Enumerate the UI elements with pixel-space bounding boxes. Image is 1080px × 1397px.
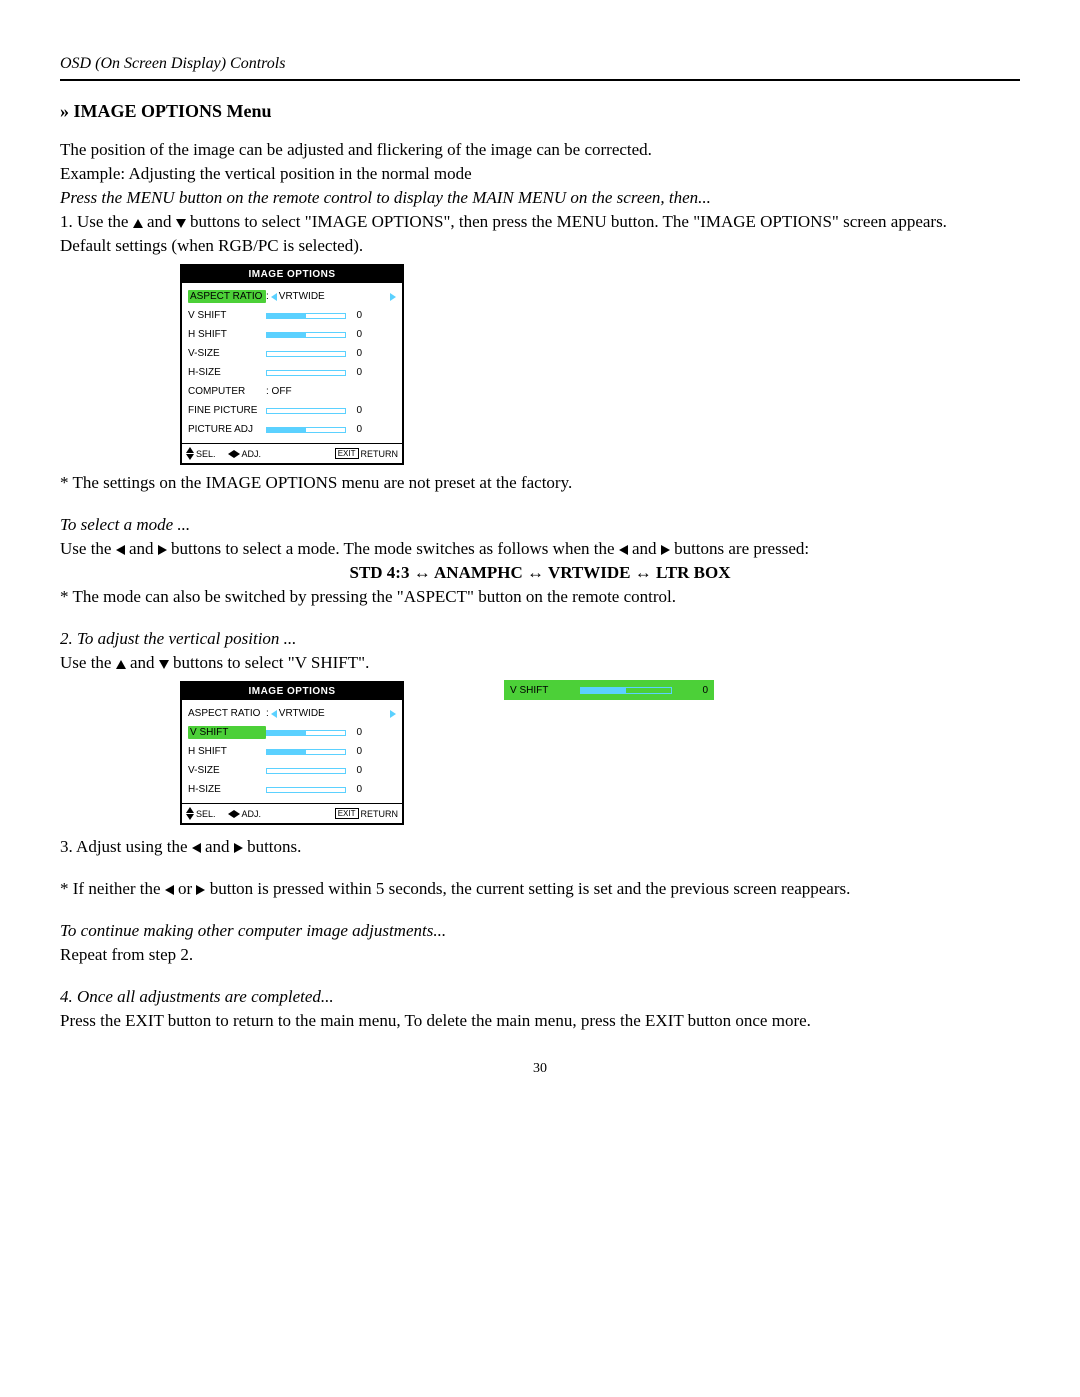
osd-row: H SHIFT0 [188,325,396,344]
exit-icon: EXIT [335,448,359,459]
slider [580,687,672,694]
osd-row: V-SIZE0 [188,761,396,780]
slider [266,749,346,755]
osd-title: IMAGE OPTIONS [182,266,402,283]
adjust-value: 0 [678,685,708,696]
right-icon [234,843,243,853]
subheading: To select a mode ... [60,515,1020,535]
subheading: To continue making other computer image … [60,921,1020,941]
subheading: 4. Once all adjustments are completed... [60,987,1020,1007]
running-header: OSD (On Screen Display) Controls [60,55,1020,73]
right-icon [390,710,396,718]
section-title: » IMAGE OPTIONS Menu [60,101,1020,122]
slider [266,313,346,319]
body-text: * If neither the or button is pressed wi… [60,879,1020,899]
osd-row: ASPECT RATIO :VRTWIDE [188,287,396,306]
osd-footer: SEL. ADJ. EXITRETURN [182,443,402,463]
osd-row: PICTURE ADJ0 [188,420,396,439]
osd-row: COMPUTER: OFF [188,382,396,401]
body-text: Press the EXIT button to return to the m… [60,1011,1020,1031]
body-text: * The mode can also be switched by press… [60,587,1020,607]
body-text: The position of the image can be adjuste… [60,140,1020,160]
slider [266,370,346,376]
slider [266,351,346,357]
body-text: Default settings (when RGB/PC is selecte… [60,236,1020,256]
body-text: Use the and buttons to select "V SHIFT". [60,653,1020,673]
osd-row: V SHIFT0 [188,306,396,325]
subheading: 2. To adjust the vertical position ... [60,629,1020,649]
slider [266,730,346,736]
body-text: Repeat from step 2. [60,945,1020,965]
adjust-label: V SHIFT [510,685,580,696]
right-icon [158,545,167,555]
down-icon [176,219,186,228]
slider [266,332,346,338]
osd-row: H-SIZE0 [188,780,396,799]
down-icon [159,660,169,669]
left-icon [271,710,277,718]
up-icon [116,660,126,669]
header-rule [60,79,1020,81]
right-icon [661,545,670,555]
osd-footer: SEL. ADJ. EXITRETURN [182,803,402,823]
slider [266,787,346,793]
body-text: Use the and buttons to select a mode. Th… [60,539,1020,559]
osd-title: IMAGE OPTIONS [182,683,402,700]
right-icon [390,293,396,301]
adjust-box: V SHIFT 0 [504,680,714,700]
body-text: Press the MENU button on the remote cont… [60,188,1020,208]
body-text: 1. Use the and buttons to select "IMAGE … [60,212,1020,232]
body-text: Example: Adjusting the vertical position… [60,164,1020,184]
osd-panel: IMAGE OPTIONS ASPECT RATIO :VRTWIDE V SH… [180,681,404,825]
osd-row: H-SIZE0 [188,363,396,382]
mode-sequence: STD 4:3 ↔ ANAMPHC ↔ VRTWIDE ↔ LTR BOX [60,563,1020,583]
osd-row: ASPECT RATIO :VRTWIDE [188,704,396,723]
osd-row: V-SIZE0 [188,344,396,363]
body-text: 3. Adjust using the and buttons. [60,837,1020,857]
left-icon [619,545,628,555]
osd-label-aspect-ratio: ASPECT RATIO [188,290,266,303]
body-text: * The settings on the IMAGE OPTIONS menu… [60,473,1020,493]
osd-row: V SHIFT0 [188,723,396,742]
exit-icon: EXIT [335,808,359,819]
osd-row: FINE PICTURE0 [188,401,396,420]
osd-row: H SHIFT0 [188,742,396,761]
slider [266,427,346,433]
up-icon [133,219,143,228]
page-number: 30 [60,1061,1020,1077]
left-icon [192,843,201,853]
osd-panel: IMAGE OPTIONS ASPECT RATIO :VRTWIDE V SH… [180,264,404,465]
slider [266,768,346,774]
slider [266,408,346,414]
left-icon [271,293,277,301]
left-icon [116,545,125,555]
osd-label-v-shift: V SHIFT [188,726,266,739]
left-icon [165,885,174,895]
